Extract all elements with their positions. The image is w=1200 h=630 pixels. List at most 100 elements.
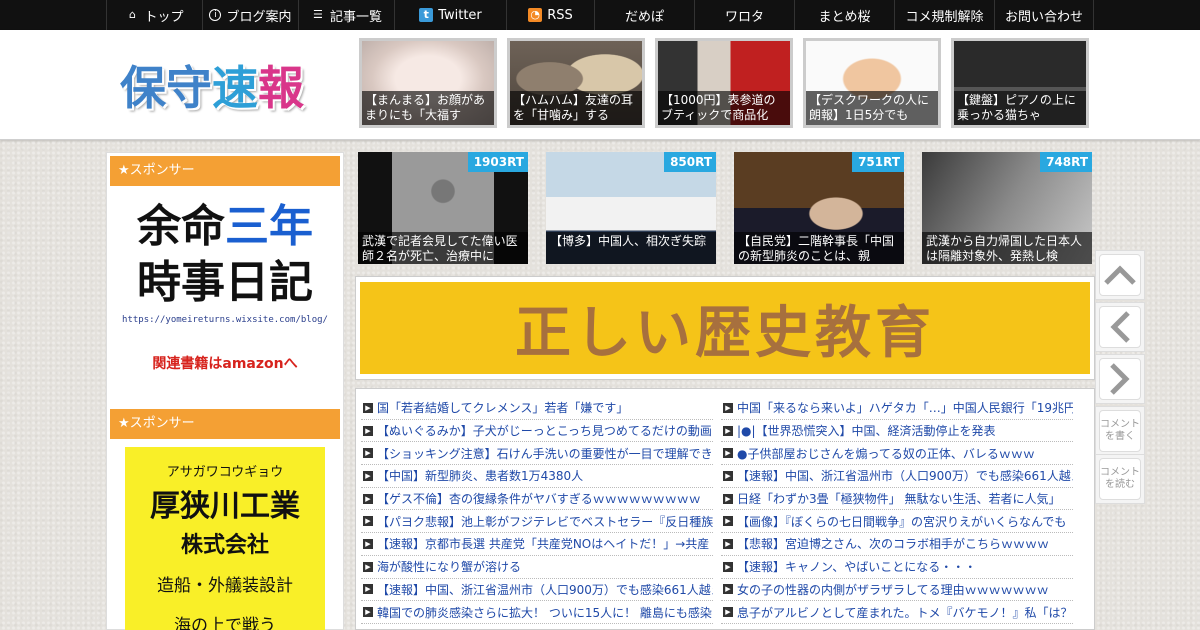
ad-amazon-link[interactable]: 関連書籍はamazonへ — [110, 353, 340, 373]
header-thumb[interactable]: 【デスクワークの人に朗報】1日5分でも — [803, 38, 941, 128]
nav-item-twitter[interactable]: t Twitter — [394, 0, 506, 30]
list-item[interactable]: ▶ 国「若者結婚してクレメンス」若者「嫌です」 — [361, 397, 713, 420]
list-item[interactable]: ▶ 【ショッキング注意】石けん手洗いの重要性が一目で理解でき — [361, 442, 713, 466]
ad-title-black: 余命 — [137, 201, 225, 252]
list-item[interactable]: ▶ 【ゲス不倫】杏の復縁条件がヤバすぎるｗｗｗｗｗｗｗｗｗ — [361, 488, 713, 511]
ranking-item[interactable]: 751RT 【自民党】二階幹事長「中国の新型肺炎のことは、親 — [734, 152, 904, 264]
next-article-button[interactable] — [1095, 354, 1145, 404]
rt-count-badge: 850RT — [664, 152, 716, 172]
list-item-text: 【パヨク悲報】池上彰がフジテレビでベストセラー『反日種族 — [377, 514, 713, 529]
list-item-text: 海が酸性になり蟹が溶ける — [377, 560, 522, 575]
list-item[interactable]: ▶ 女の子の性器の内側がザラザラしてる理由ｗｗｗｗｗｗｗ — [721, 579, 1073, 602]
list-icon: ☰ — [313, 8, 323, 21]
thumb-caption: 【鍵盤】ピアノの上に乗っかる猫ちゃ — [954, 91, 1086, 125]
history-banner[interactable]: 正しい歴史教育 — [355, 276, 1095, 380]
ad-tagline: 海の上で戦う — [174, 616, 276, 630]
button-label-line: を読む — [1105, 479, 1135, 490]
write-comment-button[interactable]: コメント を書く — [1095, 406, 1145, 456]
nav-item-label: だめぽ — [624, 9, 664, 25]
list-item[interactable]: ▶ 息子がアルビノとして産まれた。トメ『バケモノ！』私「は？ — [721, 601, 1073, 624]
rt-count-badge: 751RT — [852, 152, 904, 172]
ad-url: https://yomeireturns.wixsite.com/blog/ — [122, 315, 328, 325]
rt-count-badge: 1903RT — [467, 152, 528, 172]
button-label-line: コメント — [1100, 419, 1140, 430]
ranking-caption: 武漢から自力帰国した日本人は隔離対象外、発熱し検 — [922, 232, 1092, 264]
nav-item-comment-unblock[interactable]: コメ規制解除 — [894, 0, 994, 30]
banner-text: 正しい歴史教育 — [515, 299, 935, 366]
nav-item-warota[interactable]: ワロタ — [694, 0, 794, 30]
nav-item-article-list[interactable]: ☰ 記事一覧 — [298, 0, 394, 30]
nav-item-blog-guide[interactable]: i ブログ案内 — [202, 0, 298, 30]
arrow-right-icon: ▶ — [723, 584, 733, 595]
arrow-right-icon: ▶ — [363, 516, 373, 527]
top-nav: ⌂ トップ i ブログ案内 ☰ 記事一覧 t Twitter ◔ RSS だめぽ… — [0, 0, 1200, 30]
list-item[interactable]: ▶ 海が酸性になり蟹が溶ける — [361, 556, 713, 579]
list-item[interactable]: ▶ 【パヨク悲報】池上彰がフジテレビでベストセラー『反日種族 — [361, 510, 713, 534]
logo-char: 報 — [258, 61, 304, 115]
arrow-right-icon: ▶ — [723, 516, 733, 527]
ad-service: 造船・外艤装設計 — [157, 576, 293, 596]
header-thumb[interactable]: 【ハムハム】友達の耳を「甘噛み」する — [507, 38, 645, 128]
list-item-text: 【ぬいぐるみか】子犬がじーっとこっち見つめてるだけの動画 — [377, 424, 712, 439]
nav-item-label: Twitter — [438, 7, 482, 23]
nav-item-label: まとめ桜 — [818, 9, 871, 25]
list-item[interactable]: ▶ 【速報】中国、浙江省温州市（人口900万）でも感染661人越え — [361, 579, 713, 602]
nav-item-top[interactable]: ⌂ トップ — [106, 0, 202, 30]
list-item[interactable]: ▶ 【速報】中国、浙江省温州市（人口900万）でも感染661人越え — [721, 465, 1073, 488]
list-item[interactable]: ▶ 【悲報】宮迫博之さん、次のコラボ相手がこちらｗｗｗｗ — [721, 533, 1073, 556]
nav-item-label: お問い合わせ — [1004, 9, 1083, 25]
chevron-up-icon — [1099, 254, 1141, 296]
list-item[interactable]: ▶ 【ぬいぐるみか】子犬がじーっとこっち見つめてるだけの動画 — [361, 420, 713, 443]
list-item-text: 女の子の性器の内側がザラザラしてる理由ｗｗｗｗｗｗｗ — [737, 582, 1049, 597]
nav-item-matome-sakura[interactable]: まとめ桜 — [794, 0, 894, 30]
ad-title-line2: 時事日記 — [137, 257, 313, 308]
nav-item-label: RSS — [547, 7, 573, 23]
prev-article-button[interactable] — [1095, 302, 1145, 352]
arrow-right-icon: ▶ — [363, 402, 373, 413]
sponsor-ad-asagawa[interactable]: アサガワコウギョウ 厚狭川工業 株式会社 造船・外艤装設計 海の上で戦う — [125, 447, 325, 630]
list-item[interactable]: ▶ 日経「わずか3畳「極狭物件」 無駄ない生活、若者に人気」 — [721, 488, 1073, 511]
write-comment-label: コメント を書く — [1099, 410, 1141, 452]
ranking-caption: 【自民党】二階幹事長「中国の新型肺炎のことは、親 — [734, 232, 904, 264]
chevron-left-icon — [1099, 306, 1141, 348]
ranking-item[interactable]: 1903RT 武漢で記者会見してた偉い医師２名が死亡、治療中に — [358, 152, 528, 264]
list-item[interactable]: ▶ 【速報】京都市長選 共産党「共産党NOはヘイトだ！」→共産 — [361, 533, 713, 556]
list-item[interactable]: ▶ ●子供部屋おじさんを煽ってる奴の正体、バレるｗｗｗ — [721, 442, 1073, 466]
list-item[interactable]: ▶ 【速報】キャノン、やばいことになる・・・ — [721, 556, 1073, 579]
arrow-right-icon: ▶ — [723, 402, 733, 413]
logo-char: 守 — [166, 61, 212, 115]
list-item-text: 中国「来るなら来いよ」ハゲタカ「…」中国人民銀行「19兆円 — [737, 401, 1073, 416]
nav-item-label: 記事一覧 — [329, 9, 382, 25]
header-thumb[interactable]: 【鍵盤】ピアノの上に乗っかる猫ちゃ — [951, 38, 1089, 128]
list-item[interactable]: ▶ 中国「来るなら来いよ」ハゲタカ「…」中国人民銀行「19兆円 — [721, 397, 1073, 420]
sponsor-ad-yomei[interactable]: 余命三年 時事日記 https://yomeireturns.wixsite.c… — [110, 193, 340, 383]
arrow-right-icon: ▶ — [363, 538, 373, 549]
list-item[interactable]: ▶ 【中国】新型肺炎、患者数1万4380人 — [361, 465, 713, 488]
ad-company-name: 厚狭川工業 — [150, 489, 300, 524]
read-comments-button[interactable]: コメント を読む — [1095, 454, 1145, 504]
ad-title-line1: 余命三年 — [110, 201, 340, 253]
list-item[interactable]: ▶ 【画像】『ぼくらの七日間戦争』の宮沢りえがいくらなんでも — [721, 510, 1073, 534]
arrow-right-icon: ▶ — [363, 561, 373, 572]
arrow-right-icon: ▶ — [723, 425, 733, 436]
header-thumb[interactable]: 【1000円】表参道のブティックで商品化 — [655, 38, 793, 128]
ranking-item[interactable]: 748RT 武漢から自力帰国した日本人は隔離対象外、発熱し検 — [922, 152, 1092, 264]
rt-count-badge: 748RT — [1040, 152, 1092, 172]
site-logo[interactable]: 保 守 速 報 — [120, 52, 330, 118]
logo-char: 保 — [120, 61, 166, 115]
nav-item-rss[interactable]: ◔ RSS — [506, 0, 594, 30]
nav-item-contact[interactable]: お問い合わせ — [994, 0, 1094, 30]
ranking-caption: 武漢で記者会見してた偉い医師２名が死亡、治療中に — [358, 232, 528, 264]
header-thumb[interactable]: 【まんまる】お顔があまりにも「大福す — [359, 38, 497, 128]
sidebar: ★スポンサー 余命三年 時事日記 https://yomeireturns.wi… — [106, 152, 344, 630]
nav-item-damepo[interactable]: だめぽ — [594, 0, 694, 30]
list-item[interactable]: ▶ 韓国での肺炎感染さらに拡大！ ついに15人に！ 離島にも感染 — [361, 601, 713, 624]
list-item-text: 息子がアルビノとして産まれた。トメ『バケモノ！』私「は？ — [737, 605, 1073, 620]
banner-inner: 正しい歴史教育 — [360, 282, 1090, 374]
arrow-right-icon: ▶ — [363, 607, 373, 618]
scroll-top-button[interactable] — [1095, 250, 1145, 300]
list-item[interactable]: ▶ |●|【世界恐慌突入】中国、経済活動停止を発表 — [721, 420, 1073, 443]
arrow-right-icon: ▶ — [723, 538, 733, 549]
nav-item-label: ワロタ — [724, 9, 764, 25]
ranking-item[interactable]: 850RT 【博多】中国人、相次ぎ失踪 — [546, 152, 716, 264]
